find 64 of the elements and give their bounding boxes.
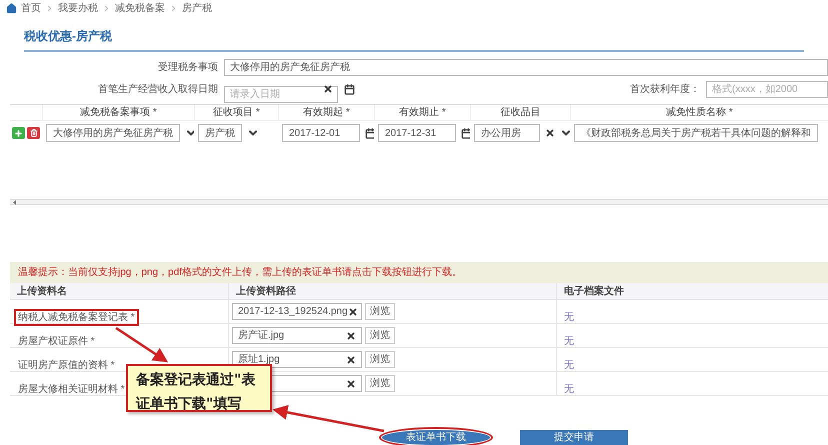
add-row-button[interactable] xyxy=(12,127,25,139)
column-header[interactable]: 减免性质名称 * xyxy=(666,105,733,120)
trash-icon xyxy=(30,129,38,137)
action-button[interactable]: 提交申请 xyxy=(520,430,628,445)
input-field[interactable]: 大修停用的房产免征房产税 xyxy=(224,58,828,76)
home-icon[interactable] xyxy=(6,2,17,14)
page-title: 税收优惠-房产税 xyxy=(24,29,112,43)
column-header[interactable]: 减免税备案事项 * xyxy=(80,105,157,120)
scroll-left-icon[interactable] xyxy=(12,200,17,204)
select-field[interactable]: 办公用房 xyxy=(474,124,540,142)
separator-icon xyxy=(102,4,111,12)
date-field[interactable]: 2017-12-31 xyxy=(378,124,456,142)
browse-button[interactable]: 浏览 xyxy=(365,375,395,392)
archive-status: 无 xyxy=(564,360,574,371)
column-header[interactable]: 有效期止 * xyxy=(399,105,446,120)
year-input[interactable]: 格式(xxxx，如2000 xyxy=(706,80,828,98)
clear-icon[interactable] xyxy=(323,84,333,94)
column-header[interactable]: 征收品目 xyxy=(500,105,540,120)
archive-status: 无 xyxy=(564,312,574,323)
breadcrumb-link[interactable]: 我要办税 xyxy=(58,0,98,16)
archive-status: 无 xyxy=(564,336,574,347)
clear-icon[interactable] xyxy=(346,330,356,340)
field-label: 首笔生产经营收入取得日期 xyxy=(97,82,219,96)
column-header[interactable]: 征收项目 * xyxy=(213,105,260,120)
field-label: 受理税务事项 xyxy=(157,60,219,74)
browse-button[interactable]: 浏览 xyxy=(365,327,395,344)
select-field[interactable]: 房产税 xyxy=(198,124,242,142)
clear-icon[interactable] xyxy=(346,378,356,388)
document-name: 纳税人减免税备案登记表 * xyxy=(16,311,137,324)
browse-button[interactable]: 浏览 xyxy=(365,351,395,368)
browse-button[interactable]: 浏览 xyxy=(365,303,395,320)
document-name: 房屋大修相关证明材料 * xyxy=(17,383,126,396)
horizontal-scrollbar[interactable] xyxy=(10,199,828,205)
delete-row-button[interactable] xyxy=(27,127,40,139)
clear-icon[interactable] xyxy=(545,128,555,138)
clear-icon[interactable] xyxy=(348,306,358,316)
callout-text: 备案登记表通过"表证单书下载"填写 xyxy=(136,372,256,412)
plus-icon xyxy=(14,128,23,138)
document-name: 房屋产权证原件 * xyxy=(17,335,96,348)
column-header[interactable]: 有效期起 * xyxy=(303,105,350,120)
separator-icon xyxy=(45,4,54,12)
calendar-icon[interactable] xyxy=(365,128,374,138)
column-header: 上传资料名 xyxy=(17,284,67,298)
text-field[interactable]: 《财政部税务总局关于房产税若干具体问题的解释和 xyxy=(574,124,818,142)
breadcrumb-link[interactable]: 房产税 xyxy=(182,0,212,16)
file-path: 房产证.jpg xyxy=(238,328,284,343)
field-label: 首次获利年度： xyxy=(630,82,701,96)
date-input[interactable]: 请录入日期 xyxy=(224,86,338,102)
breadcrumb-link[interactable]: 首页 xyxy=(21,0,41,16)
action-button[interactable]: 表证单书下载 xyxy=(382,430,490,445)
separator-icon xyxy=(169,4,178,12)
date-field[interactable]: 2017-12-01 xyxy=(282,124,360,142)
archive-status: 无 xyxy=(564,384,574,395)
document-name: 证明房产原值的资料 * xyxy=(17,359,116,372)
column-header: 电子档案文件 xyxy=(564,284,624,298)
select-field[interactable]: 大修停用的房产免征房产税 xyxy=(46,124,180,142)
hint-text: 温馨提示：当前仅支持jpg，png，pdf格式的文件上传，需上传的表证单书请点击下载按钮进行下载。 xyxy=(18,266,462,280)
file-path: 原址1.jpg xyxy=(238,352,280,367)
clear-icon[interactable] xyxy=(346,354,356,364)
file-path: 2017-12-13_192524.png xyxy=(238,305,348,319)
calendar-icon[interactable] xyxy=(344,84,355,94)
breadcrumb-link[interactable]: 减免税备案 xyxy=(115,0,165,16)
column-header: 上传资料路径 xyxy=(236,284,296,298)
calendar-icon[interactable] xyxy=(461,128,470,138)
